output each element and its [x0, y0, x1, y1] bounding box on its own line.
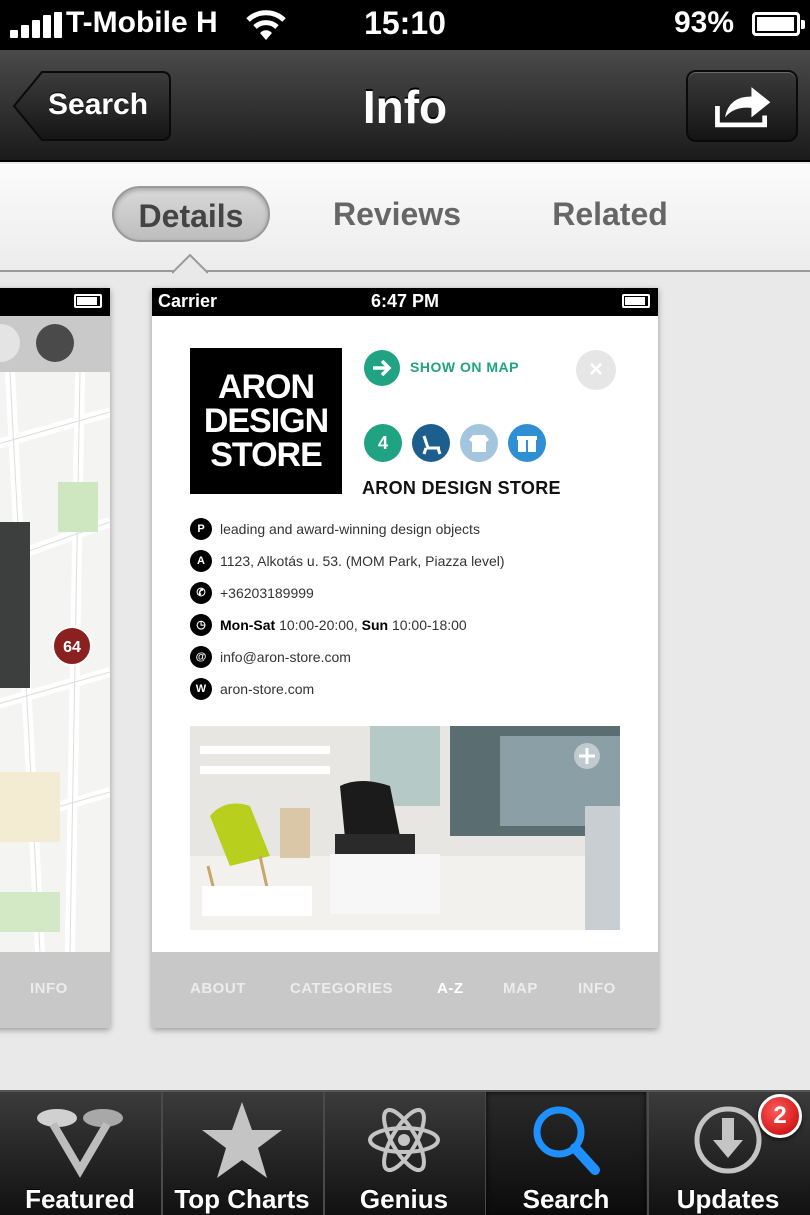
tab-top-charts[interactable]: Top Charts [162, 1092, 322, 1215]
store-interior-image [190, 726, 620, 930]
store-info-list: P leading and award-winning design objec… [190, 514, 630, 706]
info-address[interactable]: A 1123, Alkotás u. 53. (MOM Park, Piazza… [190, 546, 630, 578]
hours-time: 10:00-20:00, [275, 617, 362, 633]
share-button[interactable] [686, 70, 798, 142]
info-text: aron-store.com [220, 681, 315, 697]
tab-label: Genius [359, 1184, 449, 1214]
store-photo[interactable] [190, 726, 620, 930]
tab-label: Search [522, 1184, 610, 1214]
map-toolbar [0, 316, 110, 372]
screenshot-map-preview[interactable]: 64 INFO [0, 288, 110, 1028]
hours-time: 10:00-18:00 [388, 617, 467, 633]
hours-days: Mon-Sat [220, 617, 276, 633]
tab-label: Top Charts [174, 1184, 310, 1214]
screenshot-store-detail[interactable]: Carrier 6:47 PM ARON DESIGN STORE SHOW O… [152, 288, 658, 1028]
info-text: info@aron-store.com [220, 649, 351, 665]
info-description: P leading and award-winning design objec… [190, 514, 630, 546]
mini-tab-a-z: A-Z [437, 980, 464, 997]
updates-badge: 2 [758, 1094, 802, 1138]
info-hours: ◷ Mon-Sat 10:00-20:00, Sun 10:00-18:00 [190, 610, 630, 642]
tab-label: Updates [676, 1184, 780, 1214]
info-text: Mon-Sat 10:00-20:00, Sun 10:00-18:00 [220, 617, 467, 633]
mini-tab-about: ABOUT [190, 980, 246, 997]
navigation-bar: Search Info [0, 50, 810, 162]
share-icon [715, 87, 771, 128]
atom-icon [368, 1107, 440, 1173]
store-logo: ARON DESIGN STORE [190, 348, 342, 494]
show-on-map-label: SHOW ON MAP [410, 359, 519, 375]
description-icon: P [190, 518, 212, 540]
mini-tab-bar: ABOUT CATEGORIES A-Z MAP INFO [152, 952, 658, 1028]
shirt-icon [460, 424, 498, 462]
map-marker[interactable]: 64 [52, 626, 92, 666]
gift-icon [508, 424, 546, 462]
mini-tab-info: INFO [30, 980, 68, 997]
category-count-badge: 4 [364, 424, 402, 462]
address-icon: A [190, 550, 212, 572]
tab-genius[interactable]: Genius [324, 1092, 484, 1215]
selected-tab-pointer [172, 254, 208, 274]
info-text: 1123, Alkotás u. 53. (MOM Park, Piazza l… [220, 553, 505, 569]
battery-icon [752, 12, 805, 36]
mini-time: 6:47 PM [370, 291, 440, 311]
mini-tab-bar: INFO [0, 952, 110, 1028]
info-text: +36203189999 [220, 585, 314, 601]
hours-days: Sun [361, 617, 389, 633]
mini-tab-map: MAP [503, 980, 538, 997]
web-icon: W [190, 678, 212, 700]
status-bar: T-Mobile H 15:10 93% [0, 0, 810, 50]
star-icon [202, 1102, 282, 1178]
mini-status-bar [0, 288, 110, 316]
mini-battery-icon [622, 294, 650, 308]
close-icon[interactable]: × [576, 350, 616, 390]
info-website[interactable]: W aron-store.com [190, 674, 630, 706]
segmented-control: Details Reviews Related [0, 164, 810, 272]
phone-icon: ✆ [190, 582, 212, 604]
mini-battery-icon [74, 294, 102, 308]
tab-featured[interactable]: Featured [0, 1092, 160, 1215]
app-tab-bar: Featured Top Charts Genius Search Update… [0, 1090, 810, 1215]
map-search-icon [0, 324, 20, 362]
info-email[interactable]: @ info@aron-store.com [190, 642, 630, 674]
store-name: ARON DESIGN STORE [362, 478, 561, 498]
street-map [0, 372, 110, 952]
search-icon [533, 1106, 600, 1175]
tab-reviews[interactable]: Reviews [312, 186, 482, 242]
tab-search[interactable]: Search [486, 1092, 646, 1215]
info-text: leading and award-winning design objects [220, 521, 480, 537]
logo-line: DESIGN [203, 402, 329, 440]
tab-details[interactable]: Details [112, 186, 270, 242]
arrow-right-icon [364, 350, 400, 386]
mini-tab-categories: CATEGORIES [290, 980, 394, 997]
featured-icon [37, 1109, 123, 1178]
mini-tab-info: INFO [578, 980, 616, 997]
email-icon: @ [190, 646, 212, 668]
logo-line: STORE [210, 436, 323, 474]
mini-status-bar: Carrier 6:47 PM [152, 288, 658, 316]
tab-related[interactable]: Related [530, 186, 690, 242]
clock-icon: ◷ [190, 614, 212, 636]
tab-label: Featured [25, 1184, 135, 1214]
battery-percentage: 93% [674, 6, 735, 39]
logo-line: ARON [217, 368, 315, 406]
info-phone[interactable]: ✆ +36203189999 [190, 578, 630, 610]
chair-icon [412, 424, 450, 462]
locate-icon [36, 324, 74, 362]
